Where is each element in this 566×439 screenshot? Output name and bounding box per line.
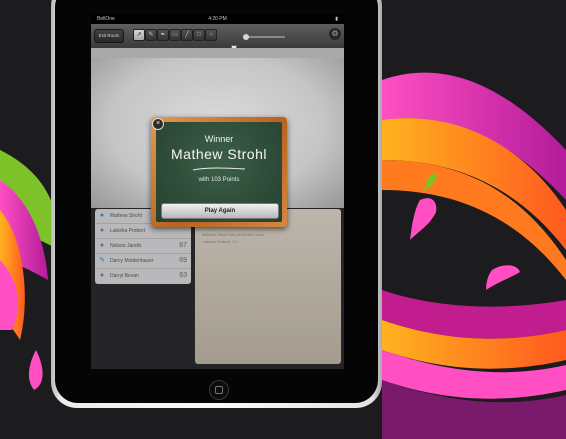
player-row[interactable]: ✎ Darcy Moldenhauer 69 (95, 254, 191, 269)
status-bar: BellOne 4:20 PM ▮ (91, 14, 344, 24)
play-again-button[interactable]: Play Again (161, 203, 279, 219)
chat-message: Lakisha Probert: !!!! (202, 239, 237, 244)
winner-name: Mathew Strohl (171, 146, 267, 162)
player-score: 63 (179, 272, 187, 279)
battery-icon: ▮ (335, 16, 338, 22)
winner-score: with 103 Points (198, 177, 240, 183)
user-icon: ● (99, 212, 105, 219)
chalk-underline (192, 167, 246, 171)
player-name: Mathew Strohl (110, 213, 142, 219)
clock: 4:20 PM (208, 16, 227, 22)
settings-gear-icon[interactable]: ⚙ (329, 28, 341, 40)
canvas-header (91, 48, 344, 58)
select-tool-icon[interactable]: ↗ (133, 29, 145, 41)
rectangle-tool-icon[interactable]: □ (193, 29, 205, 41)
player-name: Lakisha Probert (110, 228, 146, 234)
eraser-tool-icon[interactable]: ▭ (169, 29, 181, 41)
user-icon: ● (99, 242, 105, 249)
chat-message: Mathew Strohl has joined the room (202, 232, 264, 237)
brush-tool-icon[interactable]: ✒ (157, 29, 169, 41)
player-score: 87 (179, 242, 187, 249)
slider-thumb[interactable] (243, 34, 249, 40)
close-icon[interactable]: × (152, 118, 164, 130)
drawing-toolbar: Exit Room ↗ ✎ ✒ ▭ ╱ □ ○ ⚙ (91, 24, 344, 61)
chat-panel[interactable]: Mathew Strohl has joined the room Lakish… (195, 209, 341, 364)
exit-room-button[interactable]: Exit Room (94, 29, 124, 43)
player-name: Darryl Bevan (110, 273, 139, 279)
player-row[interactable]: ● Nelson Jandis 87 (95, 239, 191, 254)
user-icon: ● (99, 272, 105, 279)
pencil-icon: ✎ (99, 257, 105, 264)
player-row[interactable]: ● Darryl Bevan 63 (95, 269, 191, 283)
pencil-tool-icon[interactable]: ✎ (145, 29, 157, 41)
winner-dialog: Winner Mathew Strohl with 103 Points Pla… (151, 117, 287, 227)
circle-tool-icon[interactable]: ○ (205, 29, 217, 41)
home-button[interactable] (209, 380, 229, 400)
player-name: Darcy Moldenhauer (110, 258, 154, 264)
chalkboard: Winner Mathew Strohl with 103 Points Pla… (156, 122, 282, 222)
stroke-size-slider[interactable] (243, 34, 285, 40)
user-icon: ● (99, 227, 105, 234)
winner-title: Winner (204, 134, 234, 144)
player-score: 69 (179, 257, 187, 264)
line-tool-icon[interactable]: ╱ (181, 29, 193, 41)
player-name: Nelson Jandis (110, 243, 142, 249)
